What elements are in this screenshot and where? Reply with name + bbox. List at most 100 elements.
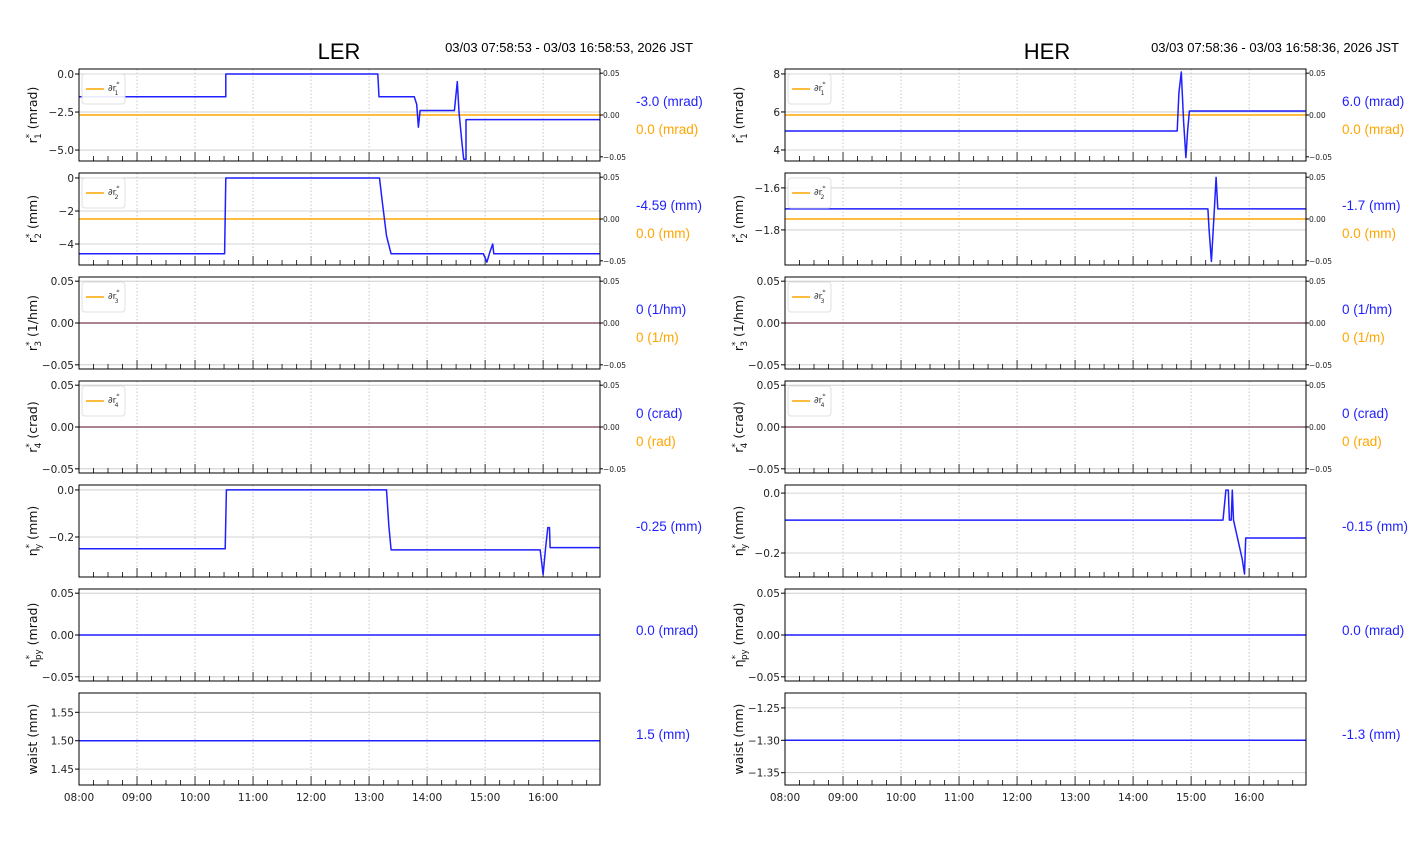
y-axis-label: r*4 (crad) — [731, 401, 750, 452]
y-tick-label: −1.30 — [748, 735, 780, 747]
y-tick-label: 1.55 — [51, 707, 74, 719]
plot-frame — [784, 484, 1307, 578]
plot-frame — [784, 692, 1307, 786]
y-tick-label: 1.50 — [51, 736, 74, 748]
right-y-tick-label: −0.05 — [1309, 153, 1332, 162]
x-tick-label: 11:00 — [944, 792, 974, 804]
y-tick-label: −4 — [59, 239, 75, 251]
right-y-tick-label: 0.05 — [1309, 381, 1326, 390]
y-axis-label: η*y (mm) — [731, 506, 750, 557]
setpoint-value-label: 0 (rad) — [636, 434, 676, 449]
measured-series-line — [79, 489, 600, 576]
y-axis-label: r*4 (crad) — [25, 401, 44, 452]
legend: ∂r* 1 — [81, 73, 126, 105]
x-tick-label: 08:00 — [770, 792, 800, 804]
legend: ∂r* 3 — [81, 281, 126, 313]
current-value-label: -1.3 (mm) — [1342, 727, 1401, 742]
current-value-label: 0.0 (mrad) — [1342, 623, 1404, 638]
y-tick-label: −0.05 — [42, 360, 74, 372]
ler-panel-1: 0.0 −2.5 −5.0 0.05 0.00 −0.05 ∂r* 1 r*1 (mrad) -… — [25, 68, 703, 162]
y-tick-label: 0.00 — [51, 422, 74, 434]
y-tick-label: −0.2 — [49, 532, 75, 544]
x-tick-label: 15:00 — [1176, 792, 1206, 804]
y-tick-label: −0.05 — [42, 464, 74, 476]
x-tick-label: 13:00 — [354, 792, 384, 804]
y-axis-label: r*3 (1/hm) — [731, 295, 750, 351]
y-tick-label: 0.05 — [757, 380, 780, 392]
her-panel-7: −1.25 −1.30 −1.35waist (mm) -1.3 (mm) 08:00 0… — [731, 692, 1401, 804]
right-y-tick-label: 0.05 — [1309, 277, 1326, 286]
measured-series-line — [79, 177, 600, 263]
y-tick-label: 8 — [773, 69, 780, 81]
setpoint-value-label: 0 (rad) — [1342, 434, 1382, 449]
ler-panel-2: 0 −2 −4 0.05 0.00 −0.05 ∂r* 2 r*2 (mm) -4.59 (mm… — [25, 172, 702, 266]
legend: ∂r* 2 — [81, 177, 126, 209]
y-tick-label: 0.05 — [757, 588, 780, 600]
current-value-label: 0 (1/hm) — [636, 302, 686, 317]
y-tick-label: −0.05 — [748, 360, 780, 372]
y-tick-label: −1.25 — [748, 703, 780, 715]
right-y-tick-label: 0.05 — [1309, 173, 1326, 182]
x-tick-label: 13:00 — [1060, 792, 1090, 804]
right-y-tick-label: −0.05 — [1309, 361, 1332, 370]
her-title: HER — [1024, 39, 1070, 64]
current-value-label: 0 (1/hm) — [1342, 302, 1392, 317]
measured-series-line — [785, 489, 1306, 575]
y-tick-label: 0.0 — [57, 485, 74, 497]
setpoint-value-label: 0.0 (mrad) — [1342, 122, 1404, 137]
ler-panel-7: 1.55 1.50 1.45 waist (mm) 1.5 (mm) 08:00 09:00… — [25, 692, 690, 804]
x-tick-label: 12:00 — [296, 792, 326, 804]
y-tick-label: −0.05 — [748, 464, 780, 476]
her-panel-5: 0.0 −0.2 η*y (mm) -0.15 (mm) — [731, 484, 1408, 578]
setpoint-value-label: 0.0 (mm) — [1342, 226, 1396, 241]
right-y-tick-label: −0.05 — [603, 465, 626, 474]
y-tick-label: −0.05 — [748, 672, 780, 684]
right-y-tick-label: 0.05 — [603, 69, 620, 78]
x-tick-label: 14:00 — [1118, 792, 1148, 804]
y-tick-label: 0.00 — [757, 422, 780, 434]
plot-frame — [78, 692, 601, 786]
legend: ∂r* 4 — [787, 385, 832, 417]
y-tick-label: 0.00 — [757, 318, 780, 330]
y-tick-label: −1.35 — [748, 768, 780, 780]
right-y-tick-label: 0.05 — [603, 277, 620, 286]
y-tick-label: 1.45 — [51, 764, 74, 776]
right-y-tick-label: −0.05 — [603, 257, 626, 266]
current-value-label: -0.15 (mm) — [1342, 519, 1408, 534]
x-tick-label: 10:00 — [886, 792, 916, 804]
x-tick-label: 14:00 — [412, 792, 442, 804]
plot-frame — [78, 484, 601, 578]
x-tick-label: 09:00 — [122, 792, 152, 804]
x-tick-label: 08:00 — [64, 792, 94, 804]
right-y-tick-label: 0.00 — [603, 111, 620, 120]
ler-panel-6: 0.05 0.00 −0.05 η*py (mrad) 0.0 (mrad) — [25, 588, 698, 684]
setpoint-value-label: 0 (1/m) — [636, 330, 679, 345]
y-axis-label: η*py (mrad) — [731, 603, 750, 668]
y-tick-label: 0.05 — [51, 276, 74, 288]
right-y-tick-label: −0.05 — [1309, 257, 1332, 266]
y-axis-label: waist (mm) — [25, 704, 40, 775]
legend: ∂r* 3 — [787, 281, 832, 313]
current-value-label: 1.5 (mm) — [636, 727, 690, 742]
right-y-tick-label: 0.05 — [603, 381, 620, 390]
x-tick-label: 16:00 — [1234, 792, 1264, 804]
y-axis-label: r*2 (mm) — [731, 195, 750, 243]
right-y-tick-label: 0.00 — [603, 215, 620, 224]
y-tick-label: 0.05 — [51, 588, 74, 600]
current-value-label: 0.0 (mrad) — [636, 623, 698, 638]
y-axis-label: η*py (mrad) — [25, 603, 44, 668]
legend: ∂r* 2 — [787, 177, 832, 209]
current-value-label: -1.7 (mm) — [1342, 198, 1401, 213]
ler-panel-5: 0.0 −0.2 η*y (mm) -0.25 (mm) — [25, 484, 702, 578]
her-time-range: 03/03 07:58:36 - 03/03 16:58:36, 2026 JS… — [1151, 40, 1399, 55]
her-panel-6: 0.05 0.00 −0.05 η*py (mrad) 0.0 (mrad) — [731, 588, 1404, 684]
y-axis-label: waist (mm) — [731, 704, 746, 775]
y-tick-label: 0 — [67, 173, 74, 185]
y-tick-label: 0.0 — [57, 69, 74, 81]
her-panel-4: 0.05 0.00 −0.05 0.05 0.00 −0.05 ∂r* 4 r*4 (crad… — [731, 380, 1389, 476]
right-y-tick-label: 0.00 — [1309, 215, 1326, 224]
y-tick-label: 0.00 — [51, 630, 74, 642]
right-y-tick-label: 0.00 — [1309, 111, 1326, 120]
y-tick-label: 6 — [773, 107, 780, 119]
her-panel-3: 0.05 0.00 −0.05 0.05 0.00 −0.05 ∂r* 3 r*3 (1/hm… — [731, 276, 1392, 372]
